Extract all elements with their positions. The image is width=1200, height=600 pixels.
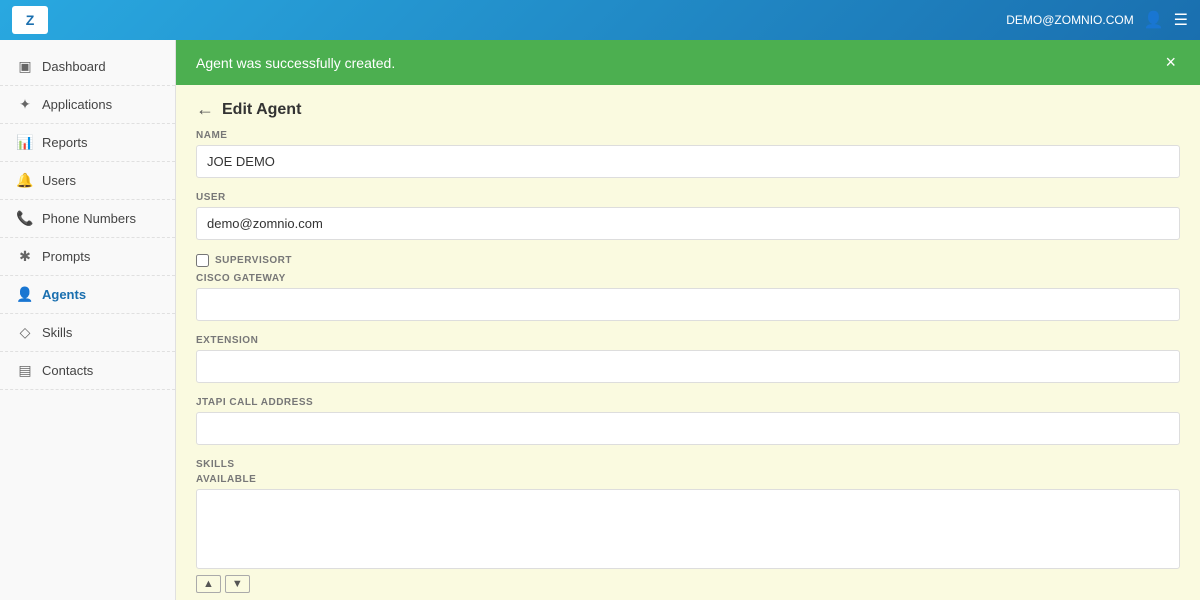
sidebar-item-users[interactable]: 🔔 Users: [0, 162, 175, 200]
user-label: USER: [196, 192, 1180, 203]
skills-grid: AVAILABLE: [196, 474, 1180, 569]
extension-input[interactable]: [196, 350, 1180, 383]
main-layout: ▣ Dashboard ✦ Applications 📊 Reports 🔔 U…: [0, 40, 1200, 600]
name-field-group: NAME: [196, 130, 1180, 178]
jtapi-label: JTAPI CALL ADDRESS: [196, 397, 1180, 408]
sidebar-item-dashboard[interactable]: ▣ Dashboard: [0, 48, 175, 86]
arrow-buttons: ▲ ▼: [196, 575, 1180, 593]
top-header: Z DEMO@ZOMNIO.COM 👤 ☰: [0, 0, 1200, 40]
logo: Z: [12, 6, 48, 34]
user-profile-icon[interactable]: 👤: [1144, 10, 1164, 30]
sidebar-label-phone-numbers: Phone Numbers: [42, 211, 136, 226]
cisco-gateway-input[interactable]: [196, 288, 1180, 321]
contacts-icon: ▤: [16, 362, 34, 379]
sidebar-item-agents[interactable]: 👤 Agents: [0, 276, 175, 314]
available-label: AVAILABLE: [196, 474, 1180, 485]
sidebar-label-dashboard: Dashboard: [42, 59, 106, 74]
down-arrow-button[interactable]: ▼: [225, 575, 250, 593]
sidebar-item-prompts[interactable]: ✱ Prompts: [0, 238, 175, 276]
reports-icon: 📊: [16, 134, 34, 151]
cisco-gateway-label: CISCO GATEWAY: [196, 273, 1180, 284]
sidebar-item-skills[interactable]: ◇ Skills: [0, 314, 175, 352]
hamburger-menu-icon[interactable]: ☰: [1174, 10, 1188, 30]
sidebar-item-reports[interactable]: 📊 Reports: [0, 124, 175, 162]
sidebar: ▣ Dashboard ✦ Applications 📊 Reports 🔔 U…: [0, 40, 176, 600]
extension-group: EXTENSION: [196, 335, 1180, 383]
available-skills-list[interactable]: [196, 489, 1180, 569]
cisco-gateway-group: CISCO GATEWAY: [196, 273, 1180, 321]
success-banner: Agent was successfully created. ×: [176, 40, 1200, 85]
extension-label: EXTENSION: [196, 335, 1180, 346]
sidebar-label-prompts: Prompts: [42, 249, 90, 264]
skills-section: SKILLS AVAILABLE ▲ ▼: [196, 459, 1180, 593]
sidebar-label-skills: Skills: [42, 325, 72, 340]
sidebar-item-contacts[interactable]: ▤ Contacts: [0, 352, 175, 390]
jtapi-group: JTAPI CALL ADDRESS: [196, 397, 1180, 445]
success-message: Agent was successfully created.: [196, 55, 395, 71]
header-right: DEMO@ZOMNIO.COM 👤 ☰: [1006, 10, 1188, 30]
name-input[interactable]: [196, 145, 1180, 178]
sidebar-label-users: Users: [42, 173, 76, 188]
sidebar-item-applications[interactable]: ✦ Applications: [0, 86, 175, 124]
header-user-email: DEMO@ZOMNIO.COM: [1006, 13, 1134, 27]
up-arrow-button[interactable]: ▲: [196, 575, 221, 593]
phone-numbers-icon: 📞: [16, 210, 34, 227]
skills-available-col: AVAILABLE: [196, 474, 1180, 569]
sidebar-label-applications: Applications: [42, 97, 112, 112]
agents-icon: 👤: [16, 286, 34, 303]
content-area: Agent was successfully created. × ← Edit…: [176, 40, 1200, 600]
sidebar-label-reports: Reports: [42, 135, 88, 150]
user-input[interactable]: [196, 207, 1180, 240]
skills-icon: ◇: [16, 324, 34, 341]
banner-close-button[interactable]: ×: [1161, 52, 1180, 73]
form-area: NAME USER SUPERVISORT CISCO GATEWAY EXTE…: [176, 130, 1200, 600]
prompts-icon: ✱: [16, 248, 34, 265]
page-header: ← Edit Agent: [176, 85, 1200, 130]
skills-header: SKILLS: [196, 459, 1180, 470]
sidebar-item-phone-numbers[interactable]: 📞 Phone Numbers: [0, 200, 175, 238]
users-icon: 🔔: [16, 172, 34, 189]
page-title: Edit Agent: [222, 101, 301, 119]
applications-icon: ✦: [16, 96, 34, 113]
supervisor-label: SUPERVISORT: [215, 255, 292, 266]
supervisor-checkbox[interactable]: [196, 254, 209, 267]
dashboard-icon: ▣: [16, 58, 34, 75]
back-button[interactable]: ←: [196, 99, 214, 120]
name-label: NAME: [196, 130, 1180, 141]
jtapi-input[interactable]: [196, 412, 1180, 445]
supervisor-row: SUPERVISORT: [196, 254, 1180, 267]
user-field-group: USER: [196, 192, 1180, 240]
sidebar-label-agents: Agents: [42, 287, 86, 302]
sidebar-label-contacts: Contacts: [42, 363, 93, 378]
